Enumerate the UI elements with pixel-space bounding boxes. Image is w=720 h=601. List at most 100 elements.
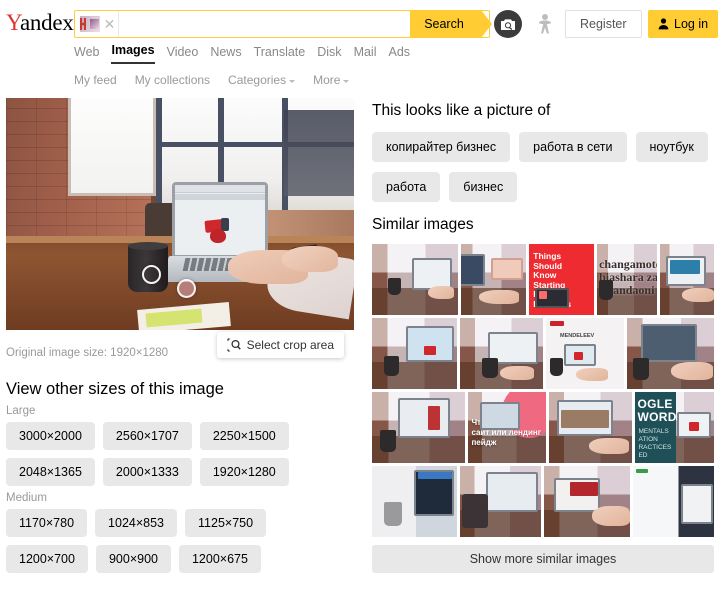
tab-mail[interactable]: Mail: [354, 45, 377, 64]
subnav-my-collections[interactable]: My collections: [135, 73, 210, 87]
select-crop-area-label: Select crop area: [246, 338, 334, 352]
thumb-logo: [574, 352, 583, 360]
similar-image-thumb[interactable]: [372, 244, 459, 315]
left-column: Original image size: 1920×1280 Select cr…: [6, 98, 354, 573]
thumb-hand: [428, 286, 454, 299]
thumb-hand: [576, 368, 608, 381]
similar-image-thumb[interactable]: [372, 392, 466, 463]
size-chip[interactable]: 1170×780: [6, 509, 88, 537]
size-chip[interactable]: 2048×1365: [6, 458, 95, 486]
size-chip[interactable]: 1200×675: [178, 545, 261, 573]
tab-news[interactable]: News: [210, 45, 241, 64]
search-image-thumbnail: [75, 11, 101, 37]
thumb-hand: [681, 288, 714, 302]
image-hotspot-marker[interactable]: [142, 265, 161, 284]
size-chip[interactable]: 2000×1333: [102, 458, 192, 486]
looks-like-tag[interactable]: копирайтер бизнес: [372, 132, 511, 162]
crop-area-icon: [226, 338, 241, 352]
image-window-left: [68, 98, 156, 196]
size-chip[interactable]: 1125×750: [185, 509, 267, 537]
looks-like-tag-row: копирайтер бизнес работа в сети ноутбук: [372, 132, 714, 162]
similar-image-thumb[interactable]: [626, 318, 714, 389]
subnav-my-feed[interactable]: My feed: [74, 73, 117, 87]
image-laptop-browser-bar: [175, 185, 265, 193]
similar-image-thumb[interactable]: [543, 466, 630, 537]
login-button-label: Log in: [674, 17, 709, 31]
similar-image-thumb[interactable]: [459, 318, 543, 389]
thumb-mug: [550, 358, 563, 376]
thumb-mug: [384, 502, 402, 526]
tab-translate[interactable]: Translate: [254, 45, 306, 64]
similar-image-thumb[interactable]: changamoto biashara za mtandaoni: [597, 244, 657, 315]
thumb-hand: [479, 290, 520, 304]
login-button[interactable]: Log in: [648, 10, 719, 38]
service-tabs: Web Images Video News Translate Disk Mai…: [74, 43, 410, 64]
similar-image-thumb[interactable]: [659, 244, 714, 315]
size-chip[interactable]: 3000×2000: [6, 422, 95, 450]
size-chip[interactable]: 1024×853: [95, 509, 178, 537]
tab-web[interactable]: Web: [74, 45, 99, 64]
similar-image-thumb[interactable]: [548, 392, 633, 463]
thumb-banner: [418, 472, 452, 479]
close-icon[interactable]: ✕: [101, 11, 119, 37]
thumb-hand: [670, 362, 713, 380]
similar-image-thumb[interactable]: [372, 318, 457, 389]
register-button[interactable]: Register: [565, 10, 642, 38]
thumb-banner: [669, 260, 700, 274]
logo-letter-y: Y: [6, 10, 21, 35]
tab-ads[interactable]: Ads: [388, 45, 410, 64]
looks-like-tag[interactable]: ноутбук: [635, 132, 708, 162]
thumb-screen: [640, 324, 697, 362]
thumb-screen: [398, 398, 450, 438]
accessibility-person-icon[interactable]: [531, 10, 559, 38]
similar-image-thumb[interactable]: Things Should Know Starting Internet Bus…: [529, 244, 595, 315]
thumb-note: [491, 258, 524, 280]
subnav-categories[interactable]: Categories: [228, 73, 296, 87]
similar-image-thumb[interactable]: [632, 466, 714, 537]
thumb-logo: [539, 291, 548, 299]
size-chip[interactable]: 1200×700: [6, 545, 88, 573]
subnav-categories-label: Categories: [228, 73, 287, 87]
similar-images-row: Что лучше: сайт или лендинг пейдж OGLE W…: [372, 392, 714, 463]
yandex-logo[interactable]: Yandex: [6, 10, 74, 35]
original-size-row: Original image size: 1920×1280 Select cr…: [6, 332, 354, 366]
thumb-caption: MENDELEEV: [560, 333, 595, 339]
thumb-screen: [461, 254, 486, 286]
thumb-logo: [689, 422, 700, 431]
main-image-preview[interactable]: [6, 98, 354, 330]
similar-image-thumb[interactable]: Что лучше: сайт или лендинг пейдж: [468, 392, 546, 463]
similar-image-thumb[interactable]: OGLE WORDS MENTALS ATION RACTICES ED: [635, 392, 714, 463]
similar-image-thumb[interactable]: [372, 466, 458, 537]
select-crop-area-button[interactable]: Select crop area: [216, 332, 344, 358]
user-icon: [658, 18, 669, 30]
tab-video[interactable]: Video: [167, 45, 199, 64]
page-content: Original image size: 1920×1280 Select cr…: [0, 98, 720, 601]
chevron-down-icon: [289, 79, 296, 83]
thumb-mug: [388, 278, 401, 295]
thumb-hand: [588, 438, 629, 454]
similar-images-row: [372, 466, 714, 537]
show-more-similar-images-button[interactable]: Show more similar images: [372, 545, 714, 573]
size-chip[interactable]: 900×900: [95, 545, 171, 573]
size-chip[interactable]: 2250×1500: [199, 422, 289, 450]
similar-image-thumb[interactable]: MENDELEEV: [546, 318, 624, 389]
looks-like-tag[interactable]: работа в сети: [519, 132, 627, 162]
thumb-photo: [560, 410, 609, 428]
looks-like-tag[interactable]: работа: [372, 172, 441, 202]
size-group-label-medium: Medium: [6, 492, 47, 504]
tab-images[interactable]: Images: [111, 43, 155, 64]
looks-like-title: This looks like a picture of: [372, 102, 551, 119]
search-button[interactable]: Search: [410, 10, 482, 38]
size-chip[interactable]: 1920×1280: [199, 458, 289, 486]
similar-image-thumb[interactable]: [461, 244, 527, 315]
size-chip[interactable]: 2560×1707: [102, 422, 192, 450]
thumb-mug: [380, 430, 396, 452]
looks-like-tag[interactable]: бизнес: [449, 172, 518, 202]
camera-search-icon[interactable]: [494, 10, 522, 38]
subnav-more[interactable]: More: [313, 73, 350, 87]
tab-disk[interactable]: Disk: [317, 45, 341, 64]
search-button-arrow[interactable]: [481, 10, 492, 38]
similar-image-thumb[interactable]: [460, 466, 541, 537]
thumb-person: [428, 406, 440, 430]
image-hotspot-marker[interactable]: [177, 279, 196, 298]
